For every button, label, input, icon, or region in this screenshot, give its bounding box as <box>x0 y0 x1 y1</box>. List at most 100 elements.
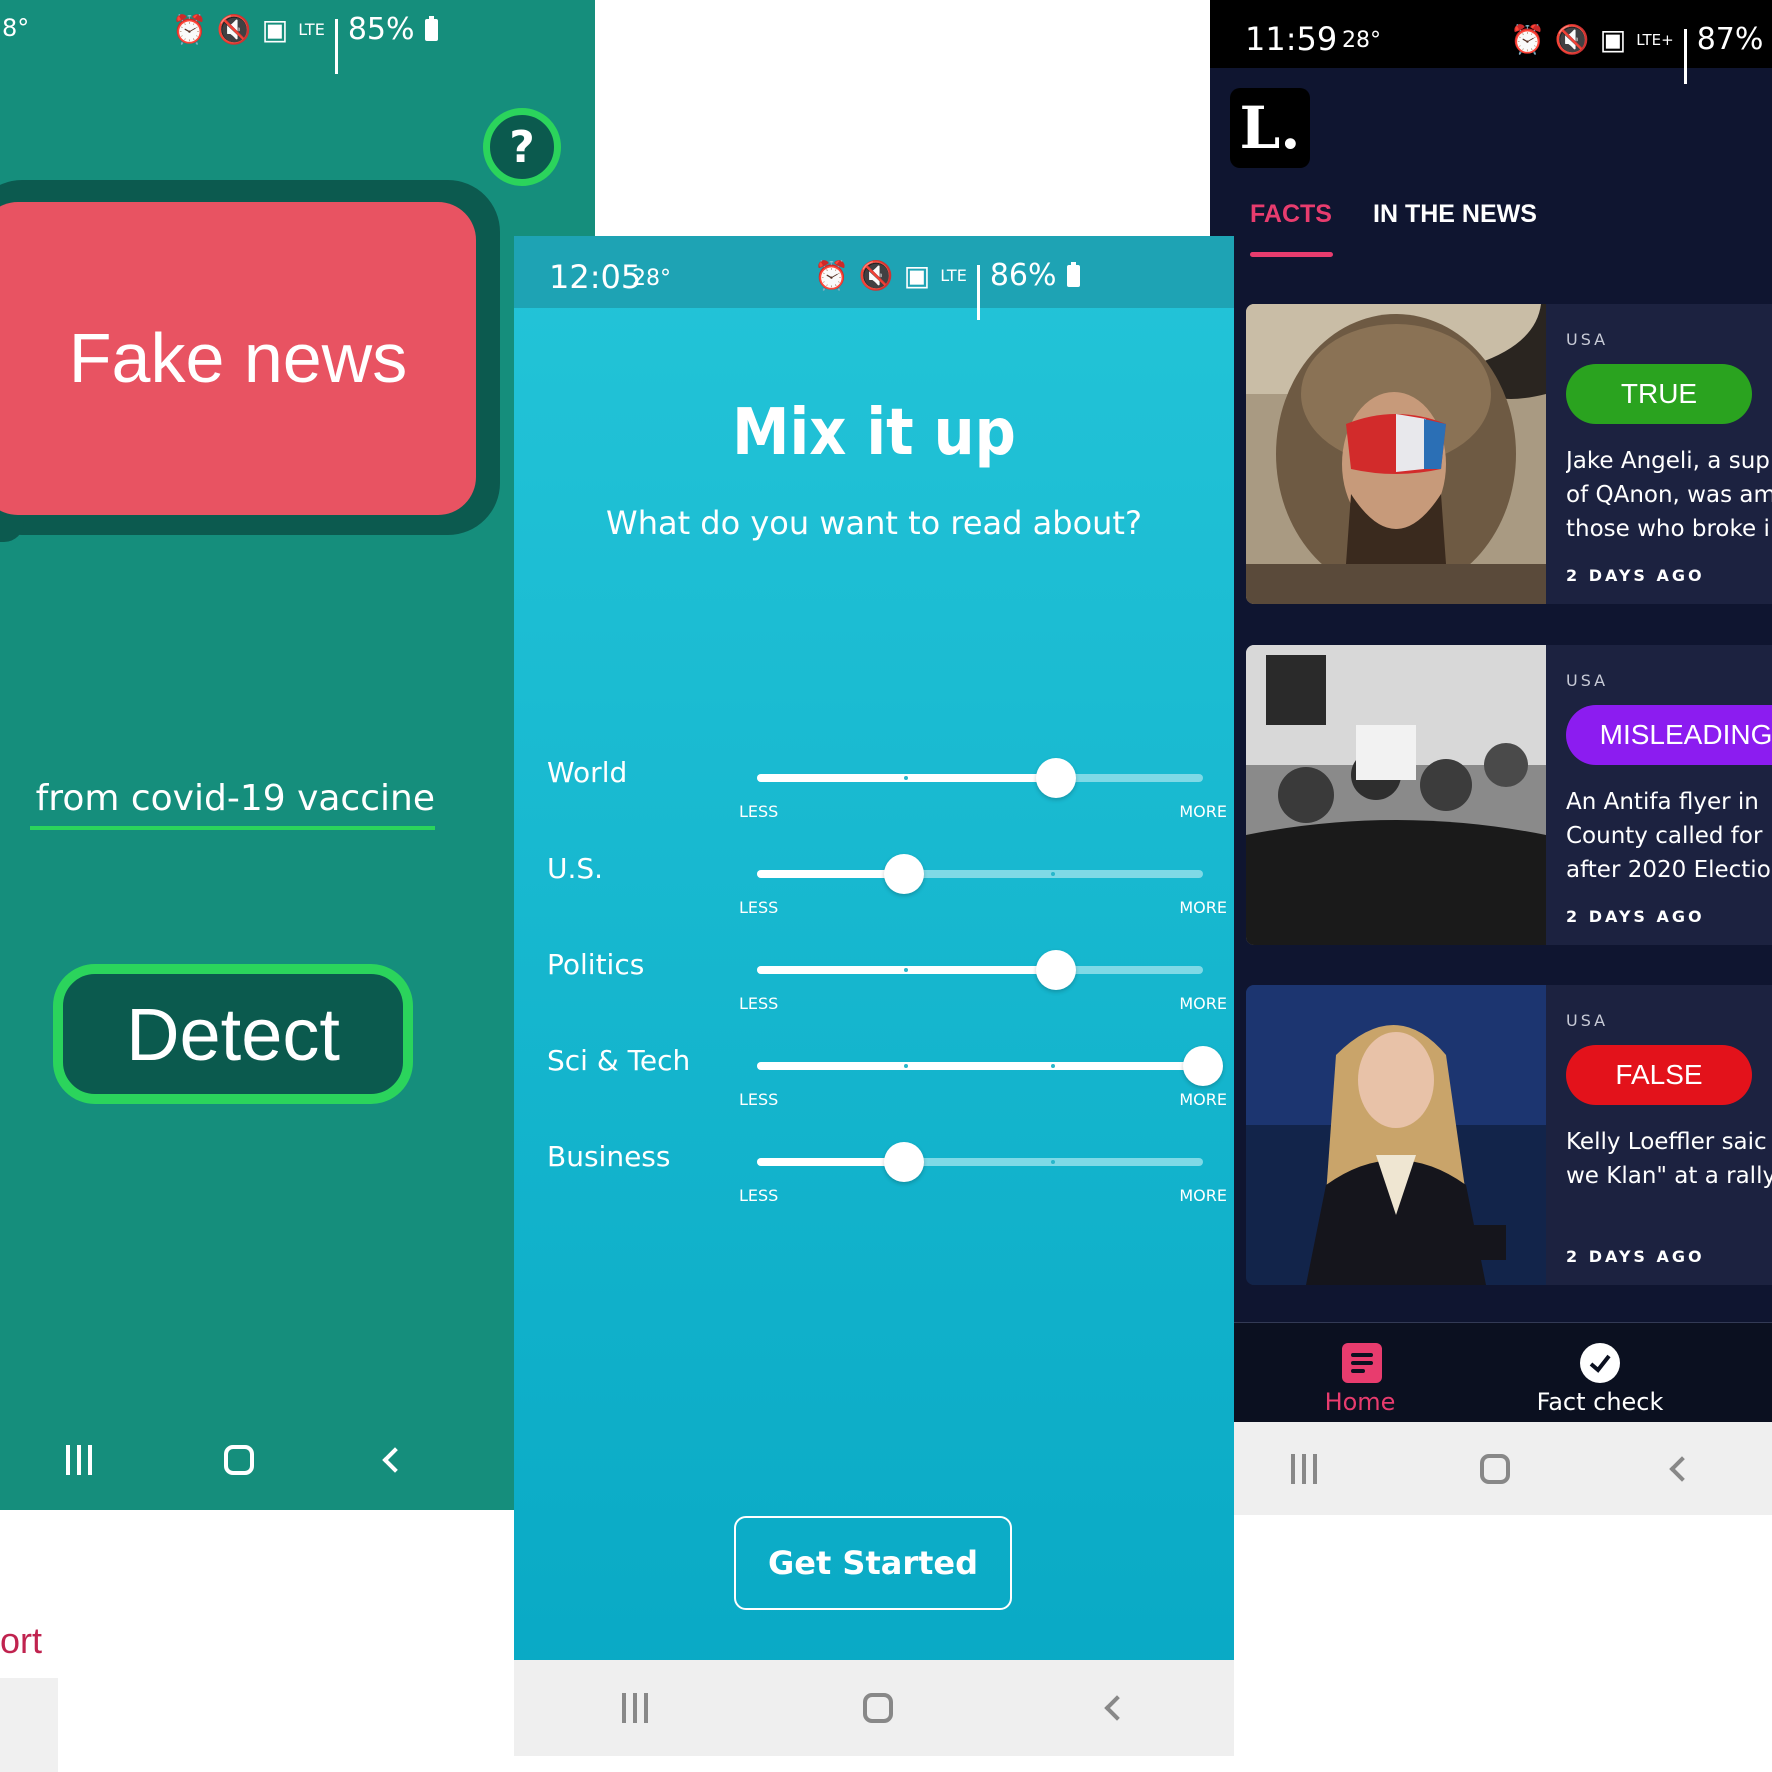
recent-apps-icon[interactable] <box>1291 1453 1318 1484</box>
slider-track[interactable] <box>757 758 1203 798</box>
card-category: USA <box>1566 330 1609 349</box>
battery-saver-icon: ▣ <box>261 12 289 46</box>
fact-card[interactable]: USA FALSE Kelly Loeffler saic we Klan" a… <box>1246 985 1772 1285</box>
slider-label: World <box>547 756 628 789</box>
app-bottom-nav: Home Fact check <box>1210 1322 1772 1423</box>
slider-thumb[interactable] <box>884 854 925 894</box>
battery-saver-icon: ▣ <box>903 258 931 292</box>
home-icon[interactable] <box>1479 1453 1510 1484</box>
slider-label: Sci & Tech <box>547 1044 691 1077</box>
slider-label: U.S. <box>547 852 604 885</box>
signal-icon <box>334 18 338 74</box>
more-label: MORE <box>1179 994 1227 1013</box>
card-category: USA <box>1566 1011 1609 1030</box>
fact-check-app-screen: 11:59 28° ⏰ 🔇 ▣ LTE+ 87% L. FACTS IN THE… <box>1210 0 1772 1515</box>
home-icon[interactable] <box>224 1445 254 1475</box>
status-time: 12:05 <box>549 258 642 296</box>
slider-thumb[interactable] <box>1035 950 1076 990</box>
tab-facts[interactable]: FACTS <box>1250 200 1332 229</box>
less-label: LESS <box>739 994 779 1013</box>
lte-icon: LTE <box>298 19 325 39</box>
back-icon[interactable] <box>1668 1455 1695 1482</box>
fact-card[interactable]: USA TRUE Jake Angeli, a sup of QAnon, wa… <box>1246 304 1772 604</box>
mute-icon: 🔇 <box>216 12 252 46</box>
headline-input[interactable]: ies from covid-19 vaccine <box>30 778 435 830</box>
card-headline: Kelly Loeffler saic we Klan" at a rally <box>1566 1129 1772 1189</box>
slider-label: Business <box>547 1140 671 1173</box>
nav-home[interactable]: Home <box>1270 1323 1450 1423</box>
recent-apps-icon[interactable] <box>621 1693 648 1723</box>
less-label: LESS <box>739 898 779 917</box>
status-icons: ⏰ 🔇 ▣ LTE 86% <box>814 258 1080 320</box>
lte-icon: LTE <box>940 265 967 285</box>
detect-button[interactable]: Detect <box>53 964 413 1104</box>
fake-news-detector-screen: 8° ⏰ 🔇 ▣ LTE 85% ? Fake news ies from co… <box>0 0 595 1510</box>
topic-slider-row: World LESS MORE <box>547 756 1227 852</box>
slider-track[interactable] <box>757 950 1203 990</box>
card-timestamp: 2 DAYS AGO <box>1566 1247 1705 1266</box>
page-title: Mix it up <box>732 396 1016 470</box>
nav-fact-check[interactable]: Fact check <box>1510 1323 1690 1423</box>
less-label: LESS <box>739 1186 779 1205</box>
background-fragment-text: ort <box>0 1620 43 1661</box>
nav-fact-check-label: Fact check <box>1536 1388 1664 1416</box>
question-icon: ? <box>509 121 535 173</box>
input-underline <box>30 826 435 830</box>
signal-icon <box>976 264 980 320</box>
alarm-icon: ⏰ <box>814 258 849 292</box>
slider-thumb[interactable] <box>884 1142 925 1182</box>
slider-track[interactable] <box>757 854 1203 894</box>
tab-in-the-news[interactable]: IN THE NEWS <box>1373 200 1537 229</box>
status-time: 11:59 <box>1245 20 1338 58</box>
battery-saver-icon: ▣ <box>1599 22 1627 56</box>
card-image <box>1246 304 1546 604</box>
status-temp: 28° <box>1342 28 1381 53</box>
slider-thumb[interactable] <box>1035 758 1076 798</box>
more-label: MORE <box>1179 1090 1227 1109</box>
slider-tick <box>1051 1160 1056 1164</box>
slider-label: Politics <box>547 948 645 981</box>
status-bar: 12:05 28° ⏰ 🔇 ▣ LTE 86% <box>514 236 1234 320</box>
slider-fill <box>757 1158 905 1166</box>
active-tab-indicator <box>1250 252 1333 257</box>
background-fragment-bar <box>0 1678 58 1772</box>
slider-fill <box>757 870 905 878</box>
slider-track[interactable] <box>757 1046 1223 1086</box>
status-bar: 11:59 28° ⏰ 🔇 ▣ LTE+ 87% <box>1210 0 1772 84</box>
slider-tick <box>1051 872 1056 876</box>
system-nav-bar <box>0 1430 470 1490</box>
signal-icon <box>1683 28 1687 84</box>
card-image <box>1246 985 1546 1285</box>
mute-icon: 🔇 <box>1554 22 1590 56</box>
app-logo[interactable]: L. <box>1230 88 1310 168</box>
card-timestamp: 2 DAYS AGO <box>1566 907 1705 926</box>
recent-apps-icon[interactable] <box>66 1445 92 1475</box>
back-icon[interactable] <box>382 1447 408 1473</box>
more-label: MORE <box>1179 1186 1227 1205</box>
news-preferences-screen: 12:05 28° ⏰ 🔇 ▣ LTE 86% Mix it up What d… <box>514 236 1234 1756</box>
system-nav-bar <box>514 1660 1234 1756</box>
slider-track[interactable] <box>757 1142 1203 1182</box>
topic-slider-row: Sci & Tech LESS MORE <box>547 1044 1227 1140</box>
battery-icon <box>1066 261 1080 287</box>
card-headline: Jake Angeli, a sup of QAnon, was am thos… <box>1566 448 1772 542</box>
result-label: Fake news <box>68 319 408 397</box>
back-icon[interactable] <box>1104 1695 1131 1721</box>
status-icons: ⏰ 🔇 ▣ LTE+ 87% <box>1510 22 1772 84</box>
topic-slider-row: Business LESS MORE <box>547 1140 1227 1236</box>
more-label: MORE <box>1179 802 1227 821</box>
system-nav-bar <box>1210 1422 1772 1515</box>
slider-thumb[interactable] <box>1183 1046 1223 1086</box>
home-icon[interactable] <box>862 1693 893 1723</box>
fact-card[interactable]: USA MISLEADING An Antifa flyer in County… <box>1246 645 1772 945</box>
result-bubble-tail <box>0 520 24 542</box>
nav-home-label: Home <box>1324 1388 1396 1416</box>
mute-icon: 🔇 <box>858 258 894 292</box>
alarm-icon: ⏰ <box>172 12 207 46</box>
battery-icon <box>424 15 438 41</box>
help-button[interactable]: ? <box>483 108 561 186</box>
verdict-badge: MISLEADING <box>1566 705 1772 765</box>
slider-fill <box>757 1062 1203 1070</box>
card-image <box>1246 645 1546 945</box>
get-started-button[interactable]: Get Started <box>734 1516 1012 1610</box>
